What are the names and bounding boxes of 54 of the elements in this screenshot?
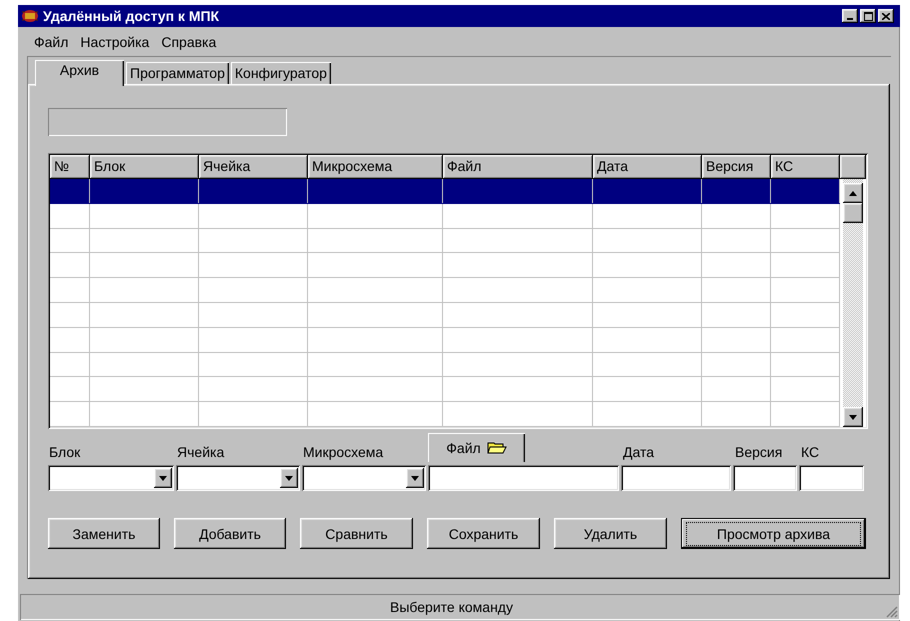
column-header[interactable]: Версия — [702, 155, 771, 179]
menu-item[interactable]: Файл — [28, 34, 74, 50]
tab[interactable]: Архив — [35, 60, 124, 86]
field-label: Микросхема — [302, 444, 384, 460]
dropdown-field[interactable] — [176, 465, 300, 491]
close-icon — [882, 12, 890, 20]
field-label: Дата — [622, 444, 656, 460]
down-arrow-icon — [411, 476, 419, 480]
down-arrow-icon — [159, 476, 167, 480]
action-button[interactable]: Сравнить — [300, 518, 413, 549]
input-field[interactable] — [799, 465, 864, 491]
minimize-button[interactable] — [842, 9, 858, 23]
file-button[interactable]: Файл — [428, 433, 525, 462]
action-button[interactable]: Заменить — [48, 518, 160, 549]
action-button[interactable]: Добавить — [174, 518, 286, 549]
folder-icon — [486, 441, 507, 454]
column-header[interactable]: Файл — [443, 155, 593, 179]
column-header[interactable]: Дата — [593, 155, 702, 179]
maximize-icon — [864, 12, 872, 20]
maximize-button[interactable] — [860, 9, 876, 23]
field-label: Версия — [734, 444, 784, 460]
column-header[interactable]: Блок — [90, 155, 199, 179]
column-header[interactable]: Ячейка — [199, 155, 308, 179]
header-filler — [840, 155, 866, 179]
tab[interactable]: Программатор — [126, 62, 229, 84]
menu-item[interactable]: Настройка — [74, 34, 156, 50]
scrollbar-thumb[interactable] — [843, 203, 863, 223]
action-button[interactable]: Сохранить — [427, 518, 540, 549]
action-button[interactable]: Просмотр архива — [681, 518, 866, 549]
scroll-up-button[interactable] — [843, 183, 863, 203]
status-text: Выберите команду — [390, 599, 513, 615]
field-label: Блок — [48, 444, 82, 460]
resize-grip-icon[interactable] — [886, 606, 898, 618]
window-title: Удалённый доступ к МПК — [43, 8, 220, 24]
down-arrow-icon — [849, 414, 857, 420]
input-field[interactable] — [621, 465, 731, 491]
column-header[interactable]: Микросхема — [308, 155, 443, 179]
menu-item[interactable]: Справка — [155, 34, 222, 50]
scrollbar[interactable] — [843, 179, 863, 427]
down-arrow-icon — [285, 476, 293, 480]
input-field[interactable] — [733, 465, 797, 491]
column-header[interactable]: КС — [771, 155, 840, 179]
tab[interactable]: Конфигуратор — [230, 62, 331, 84]
field-label: Ячейка — [176, 444, 226, 460]
scroll-down-button[interactable] — [843, 407, 863, 427]
action-button[interactable]: Удалить — [554, 518, 667, 549]
up-arrow-icon — [849, 190, 857, 196]
close-button[interactable] — [878, 9, 894, 23]
field-label: КС — [800, 444, 820, 460]
column-header[interactable]: № — [50, 155, 90, 179]
input-field[interactable] — [428, 465, 619, 491]
dropdown-field[interactable] — [48, 465, 174, 491]
dropdown-field[interactable] — [302, 465, 426, 491]
app-icon — [21, 9, 39, 23]
